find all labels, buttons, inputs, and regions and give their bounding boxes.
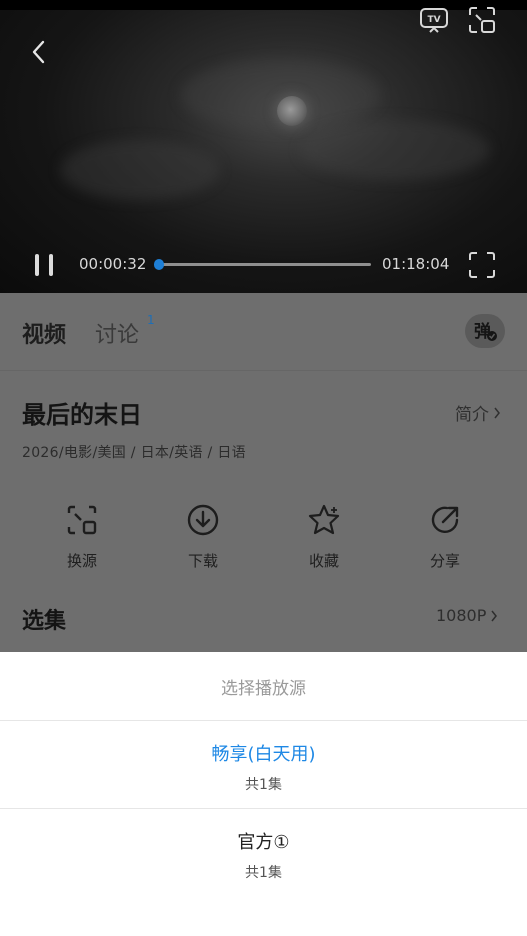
movie-title: 最后的末日	[22, 401, 142, 429]
chevron-right-icon	[491, 610, 498, 621]
download-icon	[187, 504, 219, 536]
intro-link[interactable]: 简介	[455, 400, 501, 425]
source-option[interactable]: 官方① 共1集	[0, 828, 527, 882]
current-time: 00:00:32	[79, 255, 147, 273]
danmaku-toggle-icon: 弹	[474, 321, 497, 342]
switch-source-button[interactable]: 换源	[47, 503, 117, 571]
quality-selector[interactable]: 1080P	[436, 606, 498, 625]
pause-button[interactable]	[30, 250, 58, 280]
video-player[interactable]: TV 00:00:32 01:18:04	[0, 0, 527, 293]
episodes-title: 选集	[22, 609, 67, 634]
chevron-right-icon	[494, 407, 500, 418]
source-name: 畅享(白天用)	[211, 744, 316, 765]
share-button[interactable]: 分享	[410, 503, 480, 571]
source-episode-count: 共1集	[245, 865, 282, 881]
favorite-button[interactable]: 收藏	[289, 503, 359, 571]
share-icon	[431, 506, 459, 534]
source-name: 官方①	[237, 832, 290, 853]
picture-in-picture-icon	[469, 7, 495, 33]
divider	[0, 808, 527, 809]
pause-icon	[35, 254, 53, 276]
source-picker-sheet: 选择播放源 畅享(白天用) 共1集 官方① 共1集	[0, 652, 527, 936]
switch-source-icon	[67, 505, 97, 535]
source-episode-count: 共1集	[245, 777, 282, 793]
tv-cast-icon: TV	[420, 8, 448, 33]
divider	[0, 720, 527, 721]
svg-text:TV: TV	[427, 15, 440, 25]
video-frame-moon	[277, 96, 307, 126]
download-label: 下载	[187, 552, 218, 570]
video-frame-cloud	[60, 140, 220, 200]
download-button[interactable]: 下载	[168, 503, 238, 571]
source-option[interactable]: 畅享(白天用) 共1集	[0, 740, 527, 794]
share-label: 分享	[429, 552, 460, 570]
video-frame-cloud	[300, 120, 490, 180]
favorite-label: 收藏	[308, 552, 339, 570]
sheet-title: 选择播放源	[221, 679, 306, 699]
quality-label: 1080P	[436, 606, 487, 625]
total-duration: 01:18:04	[382, 255, 450, 273]
switch-source-label: 换源	[66, 552, 97, 570]
star-icon	[308, 504, 340, 535]
tab-video[interactable]: 视频	[22, 317, 66, 349]
chevron-left-icon	[32, 40, 45, 64]
fullscreen-button[interactable]	[466, 249, 498, 281]
cast-button[interactable]: TV	[418, 6, 450, 34]
pip-button[interactable]	[466, 6, 498, 34]
fullscreen-icon	[469, 252, 495, 278]
progress-knob[interactable]	[153, 259, 164, 270]
divider	[0, 370, 527, 371]
discussion-count-badge: 1	[147, 313, 155, 327]
intro-link-label: 简介	[455, 405, 489, 425]
back-button[interactable]	[24, 36, 52, 68]
progress-track[interactable]	[156, 263, 371, 266]
tab-discussion[interactable]: 讨论	[95, 317, 139, 349]
movie-meta: 2026/电影/美国 / 日本/英语 / 日语	[22, 445, 246, 461]
danmaku-toggle-button[interactable]: 弹	[465, 314, 505, 348]
tab-bar: 视频 讨论 1 弹	[0, 293, 527, 370]
